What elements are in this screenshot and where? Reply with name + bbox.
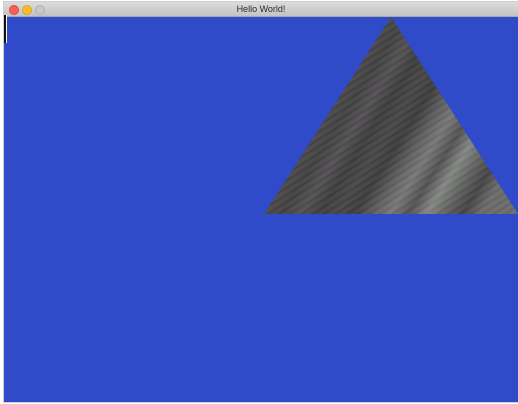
text-cursor-icon [4,15,7,43]
render-canvas[interactable] [4,17,518,402]
title-bar[interactable]: Hello World! [4,2,518,17]
rendered-triangle-texture [264,17,518,214]
app-window: Hello World! [4,2,518,402]
window-title: Hello World! [236,4,286,14]
